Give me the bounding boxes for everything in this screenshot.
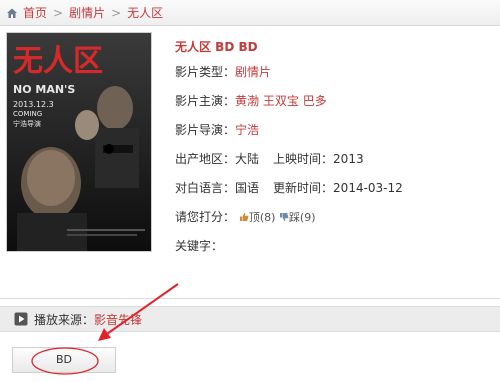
poster-date: 2013.12.3	[13, 100, 54, 109]
movie-title: 无人区 BD BD	[175, 40, 258, 54]
vote-down-label: 踩(9)	[288, 211, 316, 224]
home-icon	[7, 8, 17, 18]
source-name: 影音先锋	[94, 312, 143, 327]
release-value: 2013	[333, 152, 364, 166]
genre-link[interactable]: 剧情片	[235, 65, 271, 79]
region-value: 大陆	[235, 152, 260, 166]
breadcrumb-current: 无人区	[127, 6, 164, 20]
genre-row: 影片类型：剧情片	[175, 58, 495, 87]
poster-coming: COMING	[13, 110, 42, 118]
thumbs-down-icon	[279, 213, 289, 221]
keywords-row: 关键字：	[175, 232, 495, 261]
thumbs-up-icon	[239, 213, 249, 221]
movie-info: 无人区 BD BD 影片类型：剧情片 影片主演：黄渤 王双宝 巴多 影片导演：宁…	[175, 36, 495, 261]
cast-row: 影片主演：黄渤 王双宝 巴多	[175, 87, 495, 116]
source-label: 播放来源：	[34, 312, 95, 327]
region-row: 出产地区：大陆 上映时间：2013	[175, 145, 495, 174]
breadcrumb-category-link[interactable]: 剧情片	[69, 4, 105, 21]
bd-quality-button[interactable]: BD	[12, 347, 116, 373]
rating-label: 请您打分：	[175, 210, 236, 224]
vote-up-button[interactable]: 顶(8)	[239, 211, 279, 224]
director-row: 影片导演：宁浩	[175, 116, 495, 145]
vote-down-button[interactable]: 踩(9)	[279, 211, 316, 224]
breadcrumb-separator: >	[111, 5, 122, 20]
language-row: 对白语言：国语 更新时间：2014-03-12	[175, 174, 495, 203]
cast-link[interactable]: 巴多	[303, 94, 327, 108]
updated-label: 更新时间：	[273, 181, 334, 195]
breadcrumb-separator: >	[53, 5, 64, 20]
poster-director-tag: 宁浩导演	[13, 119, 41, 128]
breadcrumb: 首页 > 剧情片 > 无人区	[0, 0, 500, 26]
updated-value: 2014-03-12	[333, 181, 403, 195]
play-icon	[14, 312, 28, 326]
play-source-bar: 播放来源： 影音先锋	[0, 306, 500, 332]
cast-label: 影片主演：	[175, 94, 236, 108]
cast-link[interactable]: 王双宝	[263, 94, 299, 108]
cast-link[interactable]: 黄渤	[235, 94, 259, 108]
language-label: 对白语言：	[175, 181, 236, 195]
poster-title-art: 无人区	[13, 44, 103, 79]
region-label: 出产地区：	[175, 152, 236, 166]
poster-en-title: NO MAN'S	[13, 83, 75, 96]
divider	[0, 298, 500, 299]
director-link[interactable]: 宁浩	[235, 123, 259, 137]
release-label: 上映时间：	[273, 152, 334, 166]
movie-poster[interactable]: 无人区 NO MAN'S 2013.12.3 COMING 宁浩导演	[6, 32, 152, 252]
rating-row: 请您打分： 顶(8) 踩(9)	[175, 203, 495, 232]
vote-up-label: 顶(8)	[248, 211, 276, 224]
keywords-label: 关键字：	[175, 239, 224, 253]
breadcrumb-home-link[interactable]: 首页	[23, 4, 47, 21]
genre-label: 影片类型：	[175, 65, 236, 79]
language-value: 国语	[235, 181, 260, 195]
director-label: 影片导演：	[175, 123, 236, 137]
